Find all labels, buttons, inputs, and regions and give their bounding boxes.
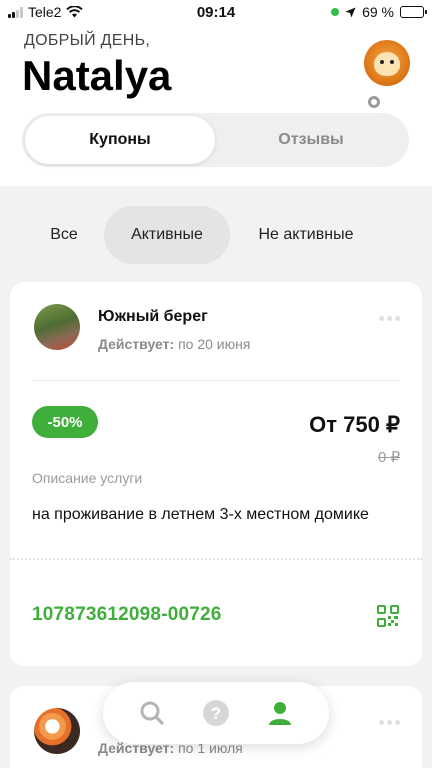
bottom-navigation: ?: [103, 682, 329, 744]
tab-coupons[interactable]: Купоны: [25, 116, 215, 164]
valid-date: по 20 июня: [178, 336, 251, 352]
valid-label: Действует:: [98, 336, 175, 352]
battery-percent: 69 %: [362, 4, 394, 20]
perforation-divider: [10, 558, 422, 560]
status-right: 69 %: [331, 4, 427, 20]
discount-badge: -50%: [32, 406, 98, 438]
section-switcher: Купоны Отзывы: [22, 113, 409, 167]
coupon-card[interactable]: Южный берег Действует: по 20 июня -50% О…: [10, 282, 422, 666]
nav-profile-button[interactable]: [263, 696, 297, 730]
description-label: Описание услуги: [32, 470, 143, 486]
filter-active[interactable]: Активные: [104, 206, 230, 264]
location-arrow-icon: [345, 7, 356, 17]
price: От 750 ₽: [309, 412, 400, 437]
coupon-code[interactable]: 107873612098-00726: [32, 604, 222, 626]
help-icon: ?: [203, 700, 229, 726]
search-icon: [140, 701, 164, 725]
coupon-filters: Все Активные Не активные: [0, 206, 432, 264]
filter-inactive[interactable]: Не активные: [236, 206, 376, 264]
old-price: 0 ₽: [377, 449, 400, 466]
svg-text:?: ?: [211, 704, 221, 723]
profile-icon: [269, 702, 291, 725]
profile-header: ДОБРЫЙ ДЕНЬ, Natalya Купоны Отзывы: [0, 26, 432, 186]
status-bar: Tele2 09:14 69 %: [0, 0, 432, 26]
more-icon[interactable]: [379, 720, 400, 725]
nav-help-button[interactable]: ?: [199, 696, 233, 730]
battery-icon: [400, 6, 427, 18]
nav-search-button[interactable]: [135, 696, 169, 730]
shop-thumbnail: [34, 304, 80, 350]
filter-all[interactable]: Все: [30, 206, 98, 264]
valid-until: Действует: по 20 июня: [98, 336, 250, 352]
privacy-indicator-icon: [331, 8, 340, 16]
greeting-text: ДОБРЫЙ ДЕНЬ,: [24, 32, 151, 49]
more-icon[interactable]: [379, 316, 400, 321]
avatar[interactable]: [364, 40, 410, 86]
shop-name: Южный берег: [98, 308, 208, 325]
divider: [32, 380, 400, 381]
shop-thumbnail: [34, 708, 80, 754]
user-name: Natalya: [22, 52, 172, 99]
qr-code-icon[interactable]: [376, 604, 400, 628]
tab-reviews[interactable]: Отзывы: [216, 116, 406, 164]
description-text: на проживание в летнем 3-х местном домик…: [32, 506, 369, 523]
gear-icon[interactable]: [366, 94, 382, 110]
